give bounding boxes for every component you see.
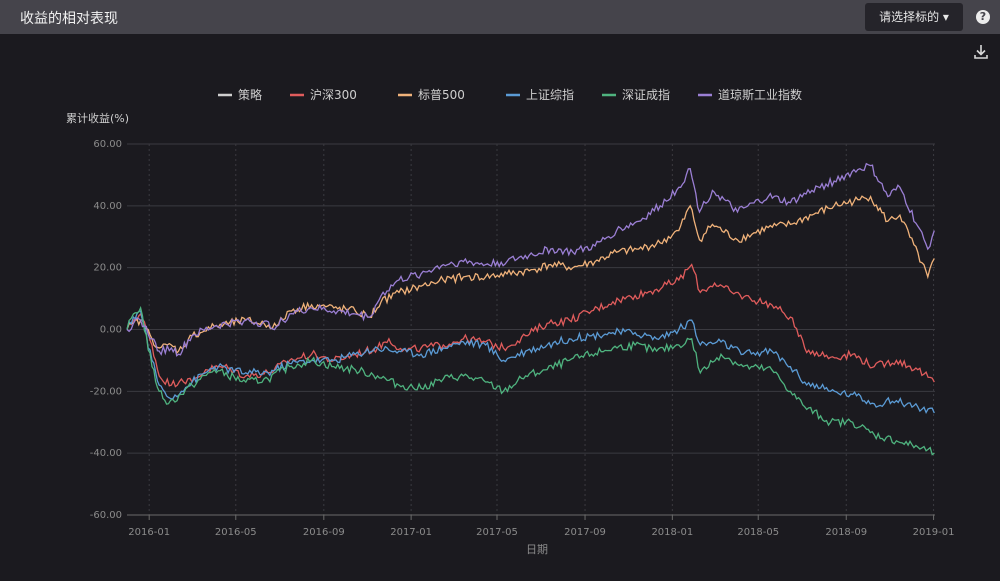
x-tick-label: 2016-05: [215, 527, 257, 538]
x-tick-label: 2019-01: [913, 527, 955, 538]
y-axis-label: 累计收益(%): [66, 111, 129, 125]
legend-label: 上证综指: [526, 87, 574, 102]
series-lines: [126, 162, 935, 456]
legend-label: 标普500: [418, 88, 465, 102]
x-tick-label: 2017-01: [390, 527, 432, 538]
series-line-1: [126, 263, 935, 388]
x-tick-label: 2017-09: [564, 527, 606, 538]
series-line-3: [126, 310, 935, 415]
legend-item[interactable]: 深证成指: [602, 87, 670, 102]
series-line-5: [126, 162, 935, 357]
y-tick-label: 20.00: [93, 263, 122, 274]
x-tick-label: 2016-09: [303, 527, 345, 538]
legend[interactable]: 策略 沪深300 标普500 上证综指 深证成指 道琼斯工业指数: [218, 87, 802, 102]
legend-item[interactable]: 上证综指: [506, 87, 574, 102]
x-tick-label: 2017-05: [476, 527, 518, 538]
x-tick-label: 2018-05: [737, 527, 779, 538]
legend-item[interactable]: 策略: [218, 87, 262, 102]
legend-item[interactable]: 标普500: [398, 88, 465, 102]
legend-item[interactable]: 沪深300: [290, 88, 357, 102]
legend-label: 深证成指: [622, 87, 670, 102]
y-tick-label: -40.00: [90, 448, 122, 459]
y-tick-label: 40.00: [93, 201, 122, 212]
legend-label: 道琼斯工业指数: [718, 87, 802, 102]
returns-chart: -60.00 -40.00 -20.00 0.00 20.00 40.00 60.00 201…: [66, 87, 955, 556]
y-tick-label: 60.00: [93, 139, 122, 150]
y-tick-label: -60.00: [90, 510, 122, 521]
x-tick-label: 2018-09: [825, 527, 867, 538]
x-tick-label: 2018-01: [651, 527, 693, 538]
axes: -60.00 -40.00 -20.00 0.00 20.00 40.00 60.00 201…: [90, 139, 955, 538]
x-tick-label: 2016-01: [128, 527, 170, 538]
legend-item[interactable]: 道琼斯工业指数: [698, 87, 802, 102]
legend-label: 沪深300: [310, 88, 357, 102]
y-tick-label: 0.00: [100, 325, 122, 336]
legend-label: 策略: [238, 87, 262, 102]
x-axis-label: 日期: [526, 543, 548, 556]
y-tick-label: -20.00: [90, 386, 122, 397]
